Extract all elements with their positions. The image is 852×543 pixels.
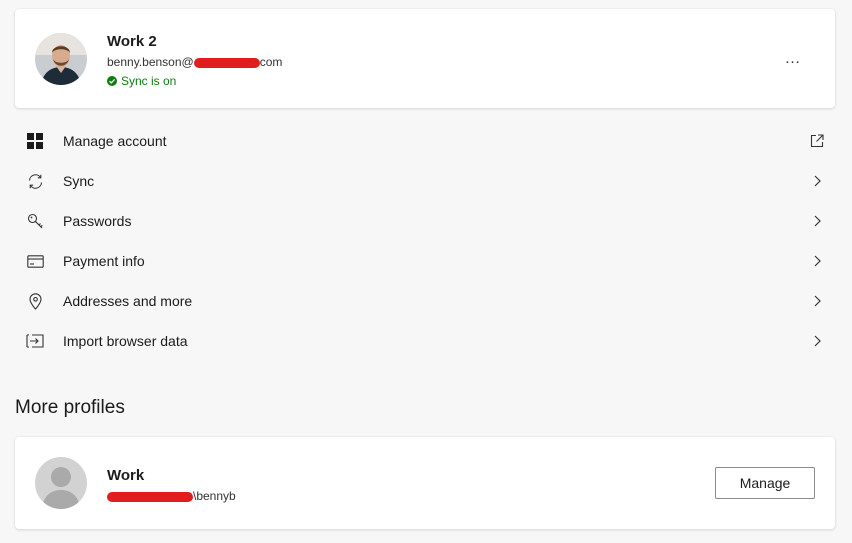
credit-card-icon bbox=[26, 252, 44, 270]
other-profile-account: \bennyb bbox=[107, 489, 236, 503]
sync-icon bbox=[26, 172, 44, 190]
chevron-right-icon bbox=[808, 332, 826, 350]
other-profile-card: Work \bennyb Manage bbox=[15, 437, 835, 529]
profile-email: benny.benson@ com bbox=[107, 55, 282, 69]
sync-status-text: Sync is on bbox=[121, 74, 177, 88]
profile-menu: Manage account Sync Passwords Payment in… bbox=[0, 121, 852, 361]
chevron-right-icon bbox=[808, 172, 826, 190]
chevron-right-icon bbox=[808, 212, 826, 230]
key-icon bbox=[26, 212, 44, 230]
current-profile-card: Work 2 benny.benson@ com Sync is on … bbox=[15, 9, 835, 108]
sync-status: Sync is on bbox=[107, 74, 176, 88]
menu-item-label: Payment info bbox=[63, 253, 145, 269]
email-suffix: com bbox=[259, 55, 283, 69]
menu-item-label: Sync bbox=[63, 173, 95, 189]
menu-item-label: Passwords bbox=[63, 213, 132, 229]
import-icon bbox=[26, 332, 44, 350]
profile-avatar[interactable] bbox=[35, 33, 87, 85]
other-profile-name: Work bbox=[107, 467, 145, 484]
menu-item-label: Manage account bbox=[63, 133, 167, 149]
menu-item-manage-account[interactable]: Manage account bbox=[0, 121, 852, 161]
menu-item-passwords[interactable]: Passwords bbox=[0, 201, 852, 241]
open-external-icon[interactable] bbox=[808, 132, 826, 150]
more-profiles-heading: More profiles bbox=[15, 397, 125, 418]
profile-name: Work 2 bbox=[107, 33, 157, 50]
redaction-mark bbox=[107, 491, 193, 502]
chevron-right-icon bbox=[808, 292, 826, 310]
check-circle-icon bbox=[107, 76, 117, 86]
email-prefix: benny.benson@ bbox=[107, 55, 194, 69]
location-pin-icon bbox=[26, 292, 44, 310]
menu-item-label: Import browser data bbox=[63, 333, 188, 349]
default-avatar-icon bbox=[35, 457, 87, 509]
manage-button[interactable]: Manage bbox=[715, 467, 815, 499]
more-options-button[interactable]: … bbox=[781, 47, 805, 71]
menu-item-label: Addresses and more bbox=[63, 293, 193, 309]
menu-item-import-data[interactable]: Import browser data bbox=[0, 321, 852, 361]
chevron-right-icon bbox=[808, 252, 826, 270]
more-icon: … bbox=[784, 50, 802, 67]
redaction-mark bbox=[193, 57, 260, 68]
menu-item-payment-info[interactable]: Payment info bbox=[0, 241, 852, 281]
account-suffix: \bennyb bbox=[193, 489, 236, 503]
grid-icon bbox=[26, 132, 44, 150]
menu-item-sync[interactable]: Sync bbox=[0, 161, 852, 201]
menu-item-addresses[interactable]: Addresses and more bbox=[0, 281, 852, 321]
